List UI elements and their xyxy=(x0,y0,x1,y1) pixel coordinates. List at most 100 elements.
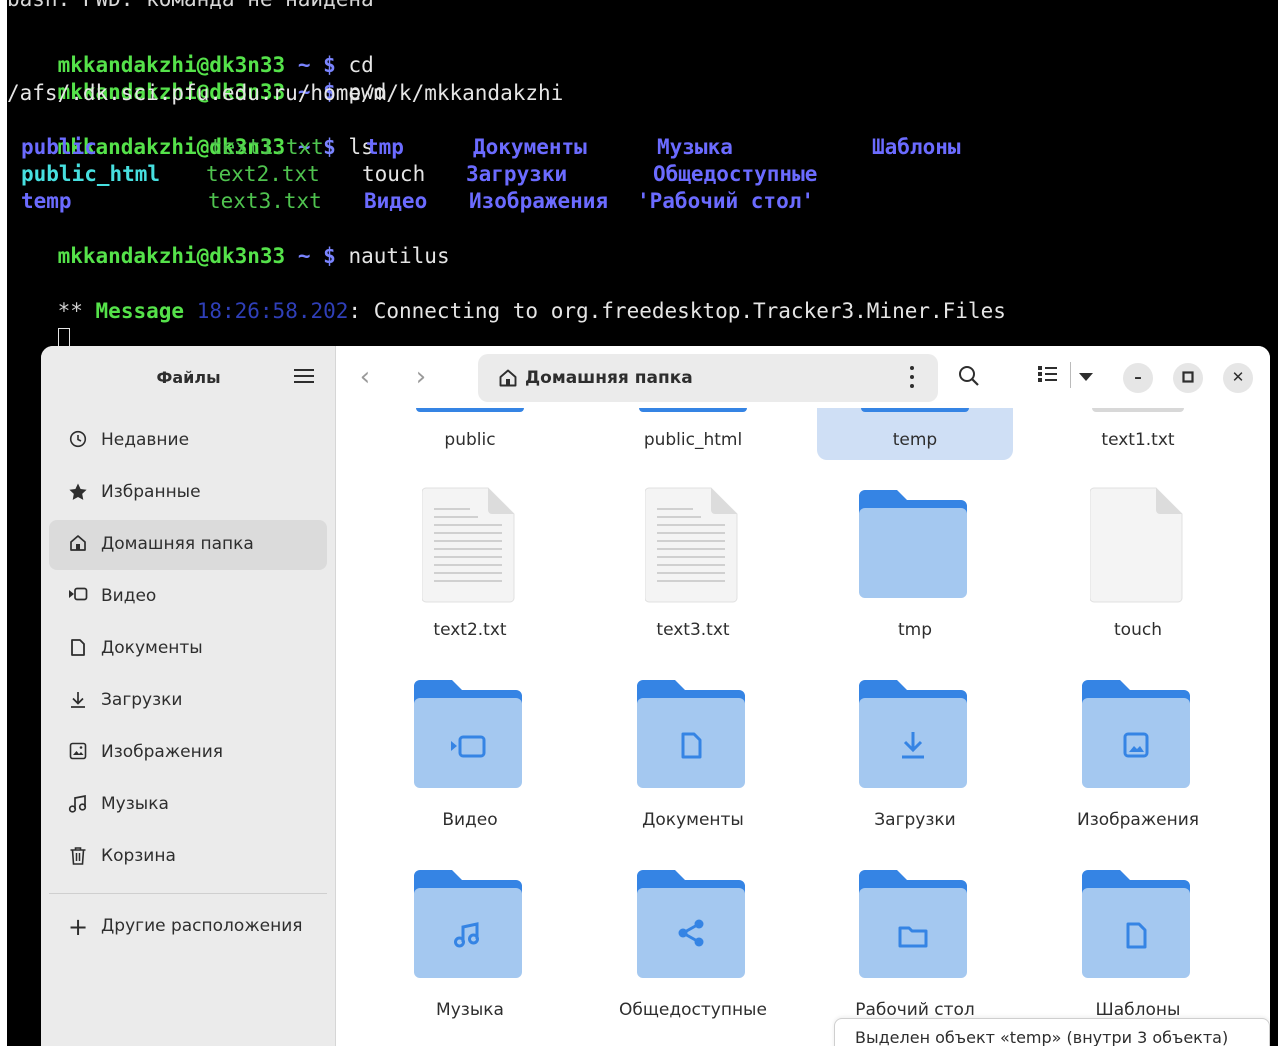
grid-item-public-share[interactable]: Общедоступные xyxy=(595,870,791,1046)
grid-item-label: Общедоступные xyxy=(619,1000,767,1020)
search-icon[interactable] xyxy=(957,364,983,390)
grid-item-label: touch xyxy=(1114,620,1162,640)
grid-item-label: Изображения xyxy=(1076,810,1199,830)
grid-item-label: tmp xyxy=(897,620,933,640)
hamburger-menu-icon[interactable] xyxy=(291,365,317,387)
grid-item-label: Документы xyxy=(642,810,744,830)
grid-item-pictures[interactable]: Изображения xyxy=(1040,680,1236,870)
star-icon xyxy=(67,482,89,504)
minimize-button[interactable]: – xyxy=(1123,363,1153,393)
sidebar-item-trash[interactable]: Корзина xyxy=(49,832,327,882)
sidebar-item-music[interactable]: Музыка xyxy=(49,780,327,830)
ls-entry: public_html xyxy=(21,162,161,186)
grid-item-label: Музыка xyxy=(436,1000,504,1020)
sidebar-item-documents[interactable]: Документы xyxy=(49,624,327,674)
prompt-tilde: ~ xyxy=(297,244,311,268)
ls-entry: 'Рабочий стол' xyxy=(637,189,815,213)
clock-icon xyxy=(67,430,89,452)
sidebar-item-pictures[interactable]: Изображения xyxy=(49,728,327,778)
grid-item-tmp[interactable]: tmp xyxy=(817,486,1013,676)
ls-entry: text1.txt xyxy=(210,135,324,159)
message-text: : Connecting to org.freedesktop.Tracker3… xyxy=(348,299,1006,323)
view-options-chevron-down-icon[interactable] xyxy=(1079,373,1093,381)
folder-icon xyxy=(639,408,747,412)
maximize-button[interactable] xyxy=(1173,363,1203,393)
grid-item-documents[interactable]: Документы xyxy=(595,680,791,870)
path-menu-icon[interactable] xyxy=(909,366,915,390)
ls-entry: Музыка xyxy=(657,135,733,159)
ls-output-row: temp text3.txt Видео Изображения 'Рабочи… xyxy=(7,188,1277,215)
ls-entry: Загрузки xyxy=(466,162,568,186)
ls-entry: public xyxy=(21,135,97,159)
video-icon xyxy=(67,586,89,608)
grid-item-video[interactable]: Видео xyxy=(372,680,568,870)
home-icon xyxy=(498,368,518,388)
files-window[interactable]: Файлы Недавние Избранные Домашняя папка xyxy=(41,346,1270,1046)
sidebar-item-label: Загрузки xyxy=(101,690,183,710)
trash-icon xyxy=(67,846,89,868)
close-button[interactable]: ✕ xyxy=(1223,363,1253,393)
grid-item-text2[interactable]: text2.txt xyxy=(372,486,568,676)
ls-entry: touch xyxy=(362,162,426,186)
ls-entry: Общедоступные xyxy=(653,162,818,186)
sidebar-item-label: Домашняя папка xyxy=(101,534,254,554)
terminal-line-nautilus: mkkandakzhi@dk3n33 ~ $ nautilus xyxy=(7,216,450,268)
sidebar-item-recent[interactable]: Недавние xyxy=(49,416,327,466)
sidebar: Файлы Недавние Избранные Домашняя папка xyxy=(41,346,336,1046)
sidebar-item-other-locations[interactable]: + Другие расположения xyxy=(49,902,327,952)
pwd-output: /afs/.dk.sci.pfu.edu.ru/home/m/k/mkkanda… xyxy=(7,81,564,105)
command-text: nautilus xyxy=(348,244,450,268)
music-icon xyxy=(67,794,89,816)
grid-item-downloads[interactable]: Загрузки xyxy=(817,680,1013,870)
message-level: Message xyxy=(95,299,185,323)
grid-item-touch[interactable]: touch xyxy=(1040,486,1236,676)
download-icon xyxy=(67,690,89,712)
folder-icon xyxy=(861,408,969,412)
grid-item-text3[interactable]: text3.txt xyxy=(595,486,791,676)
image-icon xyxy=(67,742,89,764)
terminal-message-line: ** Message 18:26:58.202: Connecting to o… xyxy=(7,271,1006,323)
grid-item-label: Шаблоны xyxy=(1095,1000,1181,1020)
back-button[interactable]: ‹ xyxy=(351,364,379,392)
header-bar: ‹ › Домашняя папка – ✕ xyxy=(337,346,1270,408)
grid-item-label: text1.txt xyxy=(1101,430,1175,450)
music-folder-icon xyxy=(414,870,522,978)
ls-output-row: public text1.txt tmp Документы Музыка Ша… xyxy=(7,134,1277,161)
forward-button[interactable]: › xyxy=(407,364,435,392)
sidebar-item-downloads[interactable]: Загрузки xyxy=(49,676,327,726)
grid-item-label: Загрузки xyxy=(874,810,956,830)
sidebar-item-label: Изображения xyxy=(101,742,224,762)
sidebar-item-starred[interactable]: Избранные xyxy=(49,468,327,518)
sidebar-separator xyxy=(49,893,327,894)
file-icon xyxy=(1092,408,1184,412)
plus-icon: + xyxy=(67,913,89,941)
grid-item-label: Рабочий стол xyxy=(855,1000,975,1020)
prompt-dollar: $ xyxy=(323,244,336,268)
grid-item-music[interactable]: Музыка xyxy=(372,870,568,1046)
sidebar-item-home[interactable]: Домашняя папка xyxy=(49,520,327,570)
text-file-icon xyxy=(422,487,515,603)
documents-folder-icon xyxy=(637,680,745,788)
sidebar-item-label: Музыка xyxy=(101,794,169,814)
list-view-icon[interactable] xyxy=(1037,364,1063,390)
pictures-folder-icon xyxy=(1082,680,1190,788)
sidebar-item-video[interactable]: Видео xyxy=(49,572,327,622)
ls-entry: temp xyxy=(21,189,72,213)
folder-icon xyxy=(859,490,967,598)
terminal-cursor-line xyxy=(7,298,70,350)
downloads-folder-icon xyxy=(859,680,967,788)
selection-status-popover: Выделен объект «temp» (внутри 3 объекта) xyxy=(834,1018,1270,1046)
ls-entry: Шаблоны xyxy=(872,135,961,159)
home-icon xyxy=(67,534,89,556)
grid-item-label: public_html xyxy=(643,430,743,450)
grid-item-label: text3.txt xyxy=(656,620,730,640)
sidebar-item-label: Корзина xyxy=(101,846,176,866)
desktop-folder-icon xyxy=(859,870,967,978)
ls-entry: Изображения xyxy=(469,189,609,213)
sidebar-item-label: Документы xyxy=(101,638,203,658)
ls-entry: text3.txt xyxy=(208,189,322,213)
ls-entry: tmp xyxy=(366,135,404,159)
path-bar[interactable]: Домашняя папка xyxy=(478,354,938,402)
share-folder-icon xyxy=(637,870,745,978)
prompt-user: mkkandakzhi@dk3n33 xyxy=(57,244,286,268)
